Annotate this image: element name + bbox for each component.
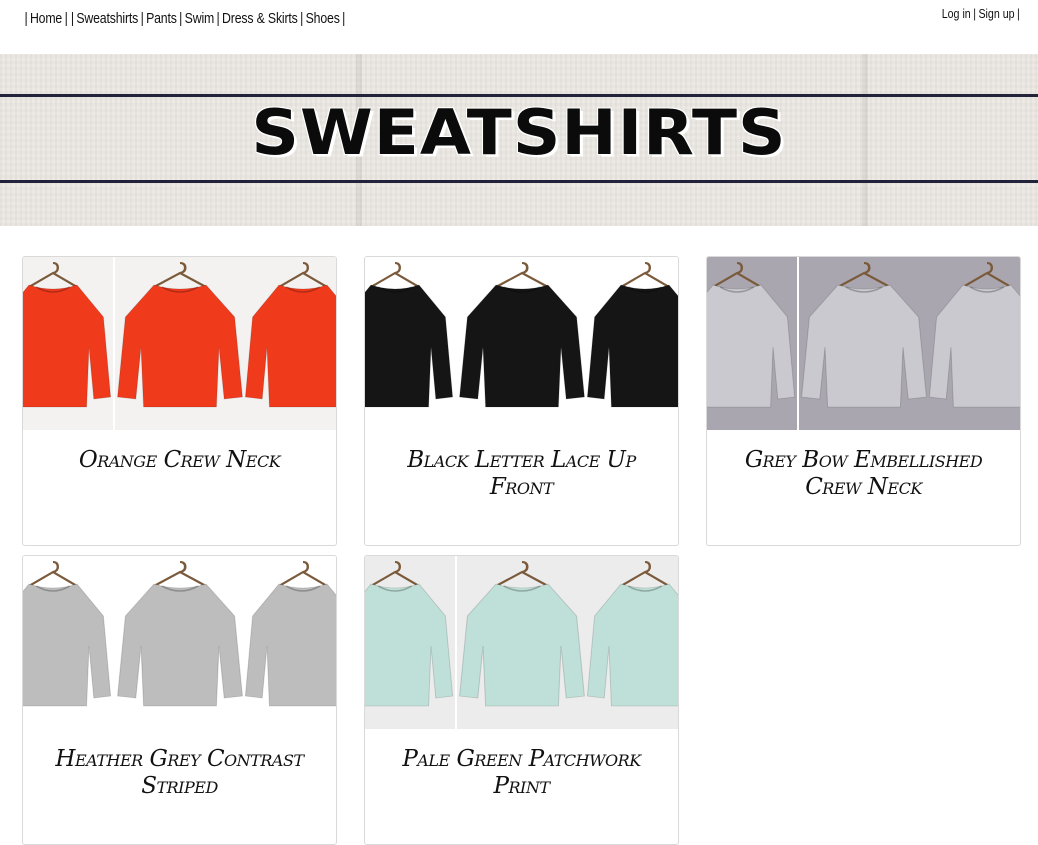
sweatshirt-illustration [927, 257, 1020, 430]
product-card[interactable]: Black Letter Lace Up Front [364, 256, 679, 546]
image-panel [115, 257, 245, 430]
product-image[interactable] [23, 556, 336, 729]
sweatshirt-illustration [23, 257, 113, 430]
product-title[interactable]: Heather Grey Contrast Striped [33, 746, 326, 800]
image-panel [365, 556, 455, 729]
product-card[interactable]: Heather Grey Contrast Striped [22, 555, 337, 845]
nav-separator: | [300, 10, 304, 27]
sweatshirt-illustration [23, 556, 113, 729]
product-image[interactable] [365, 257, 678, 430]
sweatshirt-illustration [115, 257, 245, 430]
nav-link-swim[interactable]: Swim [185, 10, 215, 27]
banner-stripe [0, 180, 1038, 183]
image-panel [23, 257, 113, 430]
product-card[interactable]: Orange Crew Neck [22, 256, 337, 546]
product-title[interactable]: Grey Bow Embellished Crew Neck [717, 447, 1010, 501]
nav-link-shoes[interactable]: Shoes [306, 10, 340, 27]
sweatshirt-illustration [115, 556, 245, 729]
auth-separator: | [972, 6, 976, 21]
banner-title: SWEATSHIRTS [251, 95, 787, 170]
image-panel [799, 257, 929, 430]
nav-link-pants[interactable]: Pants [146, 10, 177, 27]
image-panel [585, 556, 678, 729]
image-panel [585, 257, 678, 430]
nav-separator: | [342, 10, 346, 27]
sweatshirt-illustration [707, 257, 797, 430]
image-panel [243, 257, 336, 430]
sweatshirt-illustration [457, 257, 587, 430]
product-card[interactable]: Grey Bow Embellished Crew Neck [706, 256, 1021, 546]
sweatshirt-illustration [243, 556, 336, 729]
product-card[interactable]: Pale Green Patchwork Print [364, 555, 679, 845]
nav-separator: | [179, 10, 183, 27]
sweatshirt-illustration [457, 556, 587, 729]
auth-links: Log in | Sign up | [941, 6, 1022, 21]
image-panel [707, 257, 797, 430]
image-panel [23, 556, 113, 729]
nav-link-sweatshirts[interactable]: Sweatshirts [76, 10, 138, 27]
main-nav: | Home | | Sweatshirts | Pants | Swim | Dress & S… [22, 10, 348, 27]
image-panel [927, 257, 1020, 430]
signup-link[interactable]: Sign up [978, 6, 1014, 21]
product-image[interactable] [707, 257, 1020, 430]
image-panel [243, 556, 336, 729]
product-image[interactable] [23, 257, 336, 430]
product-title[interactable]: Orange Crew Neck [33, 447, 326, 474]
sweatshirt-illustration [585, 556, 678, 729]
sweatshirt-illustration [585, 257, 678, 430]
product-image[interactable] [365, 556, 678, 729]
auth-separator: | [1016, 6, 1020, 21]
nav-separator: | [140, 10, 144, 27]
product-title[interactable]: Black Letter Lace Up Front [375, 447, 668, 501]
image-panel [115, 556, 245, 729]
sweatshirt-illustration [365, 257, 455, 430]
sweatshirt-illustration [365, 556, 455, 729]
category-banner: SWEATSHIRTS [0, 54, 1038, 226]
nav-link-home[interactable]: Home [30, 10, 62, 27]
login-link[interactable]: Log in [941, 6, 970, 21]
nav-separator: | [216, 10, 220, 27]
image-panel [457, 556, 587, 729]
sweatshirt-illustration [799, 257, 929, 430]
product-title[interactable]: Pale Green Patchwork Print [375, 746, 668, 800]
nav-separator: | [24, 10, 28, 27]
image-panel [365, 257, 455, 430]
nav-separator: | | [64, 10, 74, 27]
sweatshirt-illustration [243, 257, 336, 430]
nav-link-dress-skirts[interactable]: Dress & Skirts [222, 10, 298, 27]
image-panel [457, 257, 587, 430]
